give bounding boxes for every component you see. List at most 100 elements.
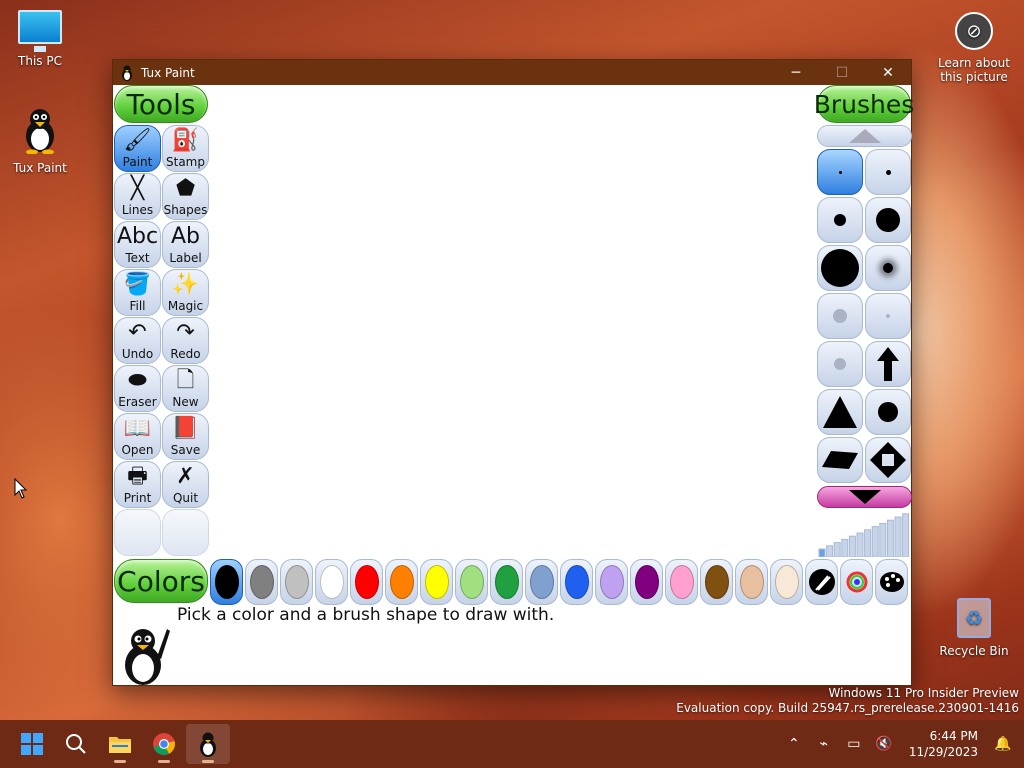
minimize-button[interactable]: ─ [773,60,819,85]
brush-shape-1[interactable] [817,149,863,195]
palette-button[interactable] [875,559,908,605]
color-swatch[interactable] [525,559,558,605]
color-swatch[interactable] [770,559,803,605]
maximize-button[interactable]: ☐ [819,60,865,85]
brush-size-bar[interactable] [848,535,856,558]
brush-size-bar[interactable] [841,538,849,558]
color-swatch[interactable] [595,559,628,605]
save-book-icon: 📕 [171,416,200,441]
brush-shape-7[interactable] [817,293,863,339]
tool-paint-button[interactable]: 🖌 Paint [114,125,161,172]
color-swatch[interactable] [560,559,593,605]
triangle-up-icon [848,129,881,143]
brush-size-bar[interactable] [818,548,826,558]
brush-shape-2[interactable] [865,149,911,195]
brush-shape-5[interactable] [817,245,863,291]
color-swatch[interactable] [700,559,733,605]
color-swatch[interactable] [210,559,243,605]
brush-size-bar[interactable] [833,542,841,558]
brush-shape-10[interactable] [865,341,911,387]
color-swatch[interactable] [630,559,663,605]
brush-shape-11[interactable] [817,389,863,435]
brush-size-bar[interactable] [902,513,910,558]
chrome-button[interactable] [142,724,186,764]
brush-shape-4[interactable] [865,197,911,243]
brushes-scroll-down-button[interactable] [817,486,912,508]
windows-watermark: Windows 11 Pro Insider Preview Evaluatio… [676,686,1019,716]
tool-save-button[interactable]: 📕 Save [162,413,209,460]
system-tray: ⌃ ⌁ ▭ 🔇 6:44 PM 11/29/2023 🔔 [779,720,1024,768]
desktop-icon-label: This PC [18,54,62,68]
color-swatch[interactable] [350,559,383,605]
tool-magic-button[interactable]: ✨ Magic [162,269,209,316]
color-swatch[interactable] [315,559,348,605]
color-swatch[interactable] [385,559,418,605]
tool-shapes-button[interactable]: ⬟ Shapes [162,173,209,220]
search-button[interactable] [54,724,98,764]
brush-size-bar[interactable] [864,529,872,558]
tool-print-button[interactable]: 🖶 Print [114,461,161,508]
desktop-icon-this-pc[interactable]: This PC [0,10,80,68]
tool-redo-button[interactable]: ↷ Redo [162,317,209,364]
tool-open-button[interactable]: 📖 Open [114,413,161,460]
palette-icon [879,572,904,592]
volume-icon[interactable]: 🔇 [869,736,899,752]
brush-size-bar[interactable] [894,516,902,558]
network-off-icon[interactable]: ⌁ [809,736,839,752]
brush-size-slider[interactable] [817,509,911,558]
brush-shape-6[interactable] [865,245,911,291]
tool-fill-button[interactable]: 🪣 Fill [114,269,161,316]
undo-icon: ↶ [128,320,147,345]
brush-size-bar[interactable] [886,519,894,558]
file-explorer-icon [109,737,131,753]
brush-shape-13[interactable] [817,437,863,483]
close-button[interactable]: ✕ [865,60,911,85]
color-swatch[interactable] [490,559,523,605]
brush-size-bar[interactable] [826,545,834,558]
brush-size-bar[interactable] [879,522,887,558]
window-titlebar[interactable]: Tux Paint ─ ☐ ✕ [113,60,911,85]
brush-shape-3[interactable] [817,197,863,243]
file-explorer-button[interactable] [98,724,142,764]
desktop-icon-tux-paint[interactable]: Tux Paint [0,106,80,175]
tool-quit-button[interactable]: ✗ Quit [162,461,209,508]
tux-paint-taskbar-button[interactable] [186,724,230,764]
color-swatch[interactable] [280,559,313,605]
color-swatch[interactable] [420,559,453,605]
display-icon[interactable]: ▭ [839,736,869,752]
brush-shape-9[interactable] [817,341,863,387]
brush-size-bar[interactable] [856,532,864,558]
tool-label: Redo [170,347,201,361]
tool-lines-button[interactable]: ╳ Lines [114,173,161,220]
color-dot [249,565,274,599]
color-picker-button[interactable] [805,559,838,605]
tool-label-button[interactable]: Ab Label [162,221,209,268]
tool-new-button[interactable]: 🗋 New [162,365,209,412]
color-wheel-button[interactable] [840,559,873,605]
color-dot [669,565,694,599]
chevron-up-icon[interactable]: ⌃ [779,736,809,752]
color-dot [599,565,624,599]
color-swatch[interactable] [665,559,698,605]
desktop-icon-recycle-bin[interactable]: ♻ Recycle Bin [934,598,1014,658]
color-swatch[interactable] [455,559,488,605]
color-swatch[interactable] [735,559,768,605]
tool-undo-button[interactable]: ↶ Undo [114,317,161,364]
brush-shape-8[interactable] [865,293,911,339]
start-icon [21,733,43,755]
color-swatch[interactable] [245,559,278,605]
clock[interactable]: 6:44 PM 11/29/2023 [899,728,988,760]
brush-shape-14[interactable] [865,437,911,483]
brushes-scroll-up-button[interactable] [817,125,912,147]
start-button[interactable] [10,724,54,764]
brush-size-bar[interactable] [871,526,879,558]
tool-text-button[interactable]: Abc Text [114,221,161,268]
clock-time: 6:44 PM [929,729,978,743]
stamp-icon: ⛽ [171,128,200,153]
desktop-learn-about-picture[interactable]: ⊘ Learn about this picture [934,12,1014,84]
tool-stamp-button[interactable]: ⛽ Stamp [162,125,209,172]
drawing-canvas[interactable] [209,85,815,558]
notification-bell-icon[interactable]: 🔔 [988,736,1018,752]
brush-shape-12[interactable] [865,389,911,435]
tool-eraser-button[interactable]: ⬬ Eraser [114,365,161,412]
